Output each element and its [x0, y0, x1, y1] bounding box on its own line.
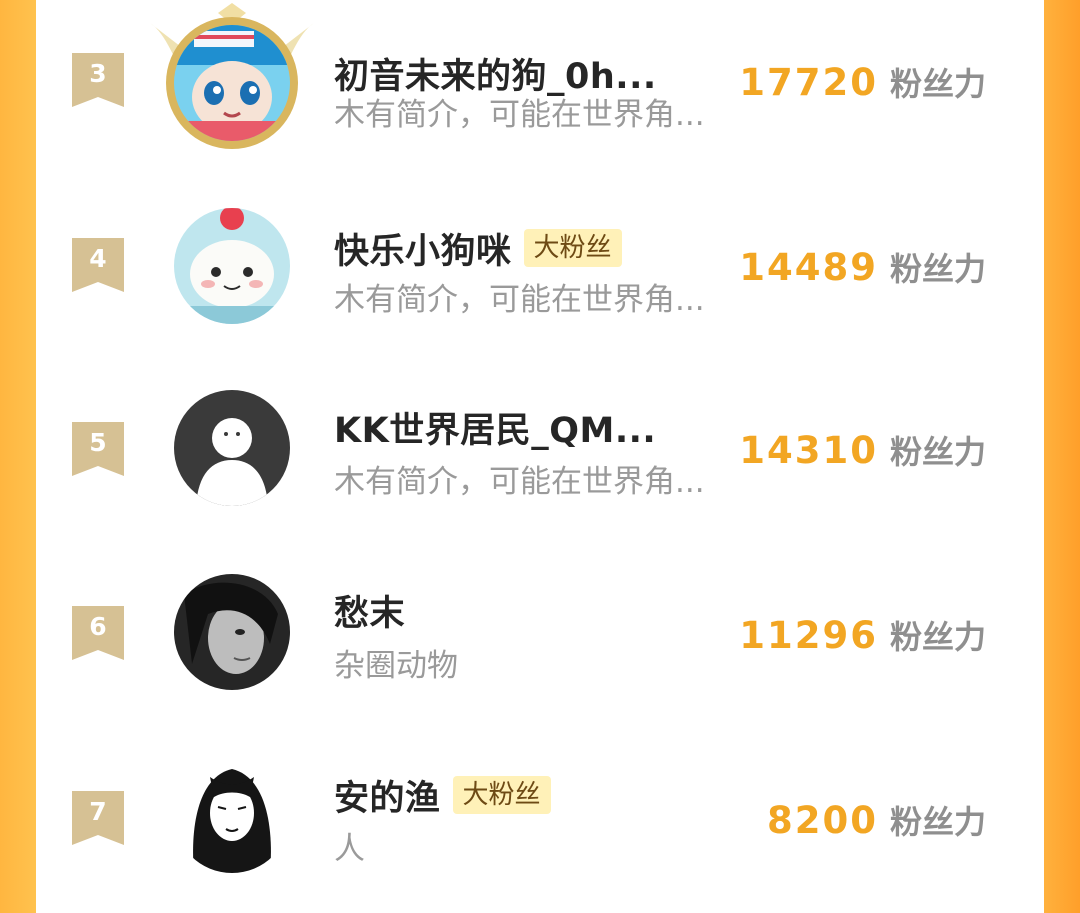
fan-bio: 杂圈动物: [334, 648, 458, 684]
score-unit: 粉丝力: [889, 433, 986, 471]
avatar[interactable]: [174, 390, 290, 506]
rank-number: 7: [89, 797, 107, 826]
default-avatar-icon: [174, 390, 290, 506]
avatar[interactable]: [174, 757, 290, 873]
rank-number: 3: [89, 59, 107, 88]
avatar[interactable]: [150, 3, 314, 149]
fan-bio: 木有简介，可能在世界角...: [334, 464, 705, 500]
fan-bio: 木有简介，可能在世界角...: [334, 97, 705, 133]
fan-bio: 木有简介，可能在世界角...: [334, 282, 705, 318]
fan-score: 14489: [739, 245, 878, 289]
big-fan-badge: 大粉丝: [523, 229, 622, 267]
fan-score: 11296: [739, 613, 878, 657]
fan-name[interactable]: 快乐小狗咪: [334, 223, 512, 274]
fan-score: 8200: [767, 798, 878, 842]
rank-number: 4: [89, 244, 107, 273]
fan-score: 14310: [739, 428, 878, 472]
avatar[interactable]: [174, 208, 290, 324]
list-item[interactable]: 6 愁末 杂圈动物 11296 粉丝力: [36, 545, 1044, 729]
list-item[interactable]: 5 KK世界居民_QM... 木有简介，可能在世界角... 14310 粉丝力: [36, 360, 1044, 544]
score-unit: 粉丝力: [889, 618, 986, 656]
rank-number: 6: [89, 612, 107, 641]
score-unit: 粉丝力: [889, 65, 986, 103]
score-unit: 粉丝力: [889, 250, 986, 288]
big-fan-badge: 大粉丝: [452, 776, 551, 814]
fan-ranking-list: 3 初音未来的狗_0h... 木有简介，可能在世界角... 17720 粉丝力 …: [36, 0, 1044, 873]
list-item[interactable]: 3 初音未来的狗_0h... 木有简介，可能在世界角... 17720 粉丝力: [36, 0, 1044, 175]
fan-name[interactable]: 愁末: [334, 585, 405, 636]
rank-badge: 7: [72, 791, 124, 845]
score-unit: 粉丝力: [889, 803, 986, 841]
list-item[interactable]: 7 安的渔 大粉丝 人 8200 粉丝力: [36, 729, 1044, 913]
rank-badge: 4: [72, 238, 124, 292]
rank-badge: 5: [72, 422, 124, 476]
rank-badge: 6: [72, 606, 124, 660]
rank-badge: 3: [72, 53, 124, 107]
fan-name[interactable]: 安的渔: [334, 770, 441, 821]
list-item[interactable]: 4 快乐小狗咪 大粉丝 木有简介，可能在世界角... 14489 粉丝力: [36, 176, 1044, 360]
fan-bio: 人: [334, 831, 365, 867]
avatar[interactable]: [174, 574, 290, 690]
fan-score: 17720: [739, 60, 878, 104]
rank-number: 5: [89, 428, 107, 457]
fan-name[interactable]: KK世界居民_QM...: [334, 402, 656, 453]
